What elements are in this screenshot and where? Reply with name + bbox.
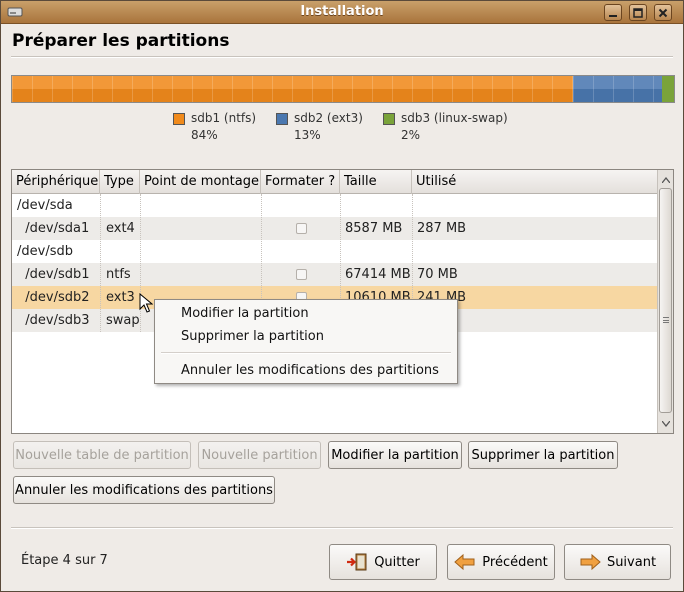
column-divider bbox=[100, 194, 101, 332]
column-header-format[interactable]: Formater ? bbox=[261, 170, 340, 194]
titlebar[interactable]: Installation bbox=[1, 1, 683, 24]
cell-device: /dev/sdb2 bbox=[17, 290, 90, 305]
back-button[interactable]: Précédent bbox=[447, 544, 555, 580]
forward-button[interactable]: Suivant bbox=[564, 544, 671, 580]
back-label: Précédent bbox=[482, 554, 548, 570]
context-menu-item-modify[interactable]: Modifier la partition bbox=[181, 306, 309, 321]
cell-used: 70 MB bbox=[417, 267, 458, 282]
arrow-left-icon bbox=[454, 553, 475, 571]
cell-type: ext4 bbox=[106, 221, 135, 236]
legend-swatch bbox=[173, 113, 185, 125]
context-menu: Modifier la partition Supprimer la parti… bbox=[154, 299, 458, 384]
format-checkbox[interactable] bbox=[296, 269, 307, 280]
context-menu-item-delete[interactable]: Supprimer la partition bbox=[181, 329, 324, 344]
step-indicator: Étape 4 sur 7 bbox=[21, 553, 108, 568]
close-window-button[interactable] bbox=[654, 4, 672, 21]
cell-device: /dev/sdb bbox=[17, 244, 73, 259]
column-header-size[interactable]: Taille bbox=[340, 170, 412, 194]
legend-percent: 13% bbox=[294, 128, 321, 142]
table-row[interactable]: /dev/sda bbox=[12, 194, 657, 217]
arrow-up-icon bbox=[661, 176, 670, 183]
revert-changes-button[interactable]: Annuler les modifications des partitions bbox=[13, 476, 275, 504]
scroll-down-button[interactable] bbox=[659, 417, 672, 430]
grip-icon bbox=[663, 317, 669, 323]
maximize-icon bbox=[633, 7, 643, 18]
cell-device: /dev/sda bbox=[17, 198, 73, 213]
maximize-button[interactable] bbox=[629, 4, 647, 21]
cell-type: ext3 bbox=[106, 290, 135, 305]
partition-segment-sdb2 bbox=[573, 76, 663, 102]
exit-door-icon bbox=[347, 553, 367, 571]
quit-label: Quitter bbox=[374, 554, 420, 570]
cell-type: ntfs bbox=[106, 267, 131, 282]
partition-bar bbox=[11, 75, 675, 103]
page-title: Préparer les partitions bbox=[12, 31, 230, 51]
legend-swatch bbox=[383, 113, 395, 125]
column-header-used[interactable]: Utilisé bbox=[412, 170, 657, 194]
modify-partition-button[interactable]: Modifier la partition bbox=[328, 441, 462, 469]
minimize-button[interactable] bbox=[604, 4, 622, 21]
context-menu-item-revert[interactable]: Annuler les modifications des partitions bbox=[181, 363, 439, 378]
footer-divider bbox=[11, 527, 673, 529]
cell-type: swap bbox=[106, 313, 140, 328]
arrow-right-icon bbox=[580, 553, 601, 571]
table-row[interactable]: /dev/sdb1 ntfs 67414 MB 70 MB bbox=[12, 263, 657, 286]
cell-size: 8587 MB bbox=[345, 221, 403, 236]
cell-device: /dev/sda1 bbox=[17, 221, 90, 236]
cell-used: 287 MB bbox=[417, 221, 467, 236]
delete-partition-button[interactable]: Supprimer la partition bbox=[468, 441, 618, 469]
minimize-icon bbox=[609, 14, 617, 17]
partition-segment-sdb3 bbox=[662, 76, 674, 102]
cell-size: 67414 MB bbox=[345, 267, 411, 282]
legend-label: sdb1 (ntfs) bbox=[191, 111, 257, 125]
arrow-down-icon bbox=[661, 420, 670, 427]
legend-label: sdb2 (ext3) bbox=[294, 111, 363, 125]
cell-device: /dev/sdb3 bbox=[17, 313, 90, 328]
legend-label: sdb3 (linux-swap) bbox=[401, 111, 508, 125]
mouse-pointer-icon bbox=[139, 293, 153, 313]
column-header-type[interactable]: Type bbox=[100, 170, 140, 194]
close-icon bbox=[658, 8, 668, 17]
new-partition-button[interactable]: Nouvelle partition bbox=[198, 441, 321, 469]
scroll-up-button[interactable] bbox=[659, 173, 672, 186]
table-row[interactable]: /dev/sda1 ext4 8587 MB 287 MB bbox=[12, 217, 657, 240]
quit-button[interactable]: Quitter bbox=[329, 544, 437, 580]
column-header-device[interactable]: Périphérique bbox=[12, 170, 100, 194]
header-divider bbox=[11, 56, 673, 58]
forward-label: Suivant bbox=[606, 554, 657, 570]
window-title: Installation bbox=[300, 4, 384, 19]
format-checkbox[interactable] bbox=[296, 223, 307, 234]
installer-window: Installation Préparer les partitions sdb… bbox=[0, 0, 684, 592]
new-partition-table-button[interactable]: Nouvelle table de partition bbox=[13, 441, 191, 469]
context-menu-divider bbox=[161, 352, 451, 354]
table-row[interactable]: /dev/sdb bbox=[12, 240, 657, 263]
legend-percent: 2% bbox=[401, 128, 421, 142]
table-header: Périphérique Type Point de montage Forma… bbox=[12, 170, 657, 194]
vertical-scrollbar[interactable] bbox=[657, 170, 673, 433]
cell-device: /dev/sdb1 bbox=[17, 267, 90, 282]
column-header-mount[interactable]: Point de montage bbox=[140, 170, 261, 194]
legend-percent: 84% bbox=[191, 128, 218, 142]
scroll-thumb[interactable] bbox=[659, 188, 672, 413]
partition-segment-sdb1 bbox=[12, 76, 574, 102]
legend-swatch bbox=[276, 113, 288, 125]
